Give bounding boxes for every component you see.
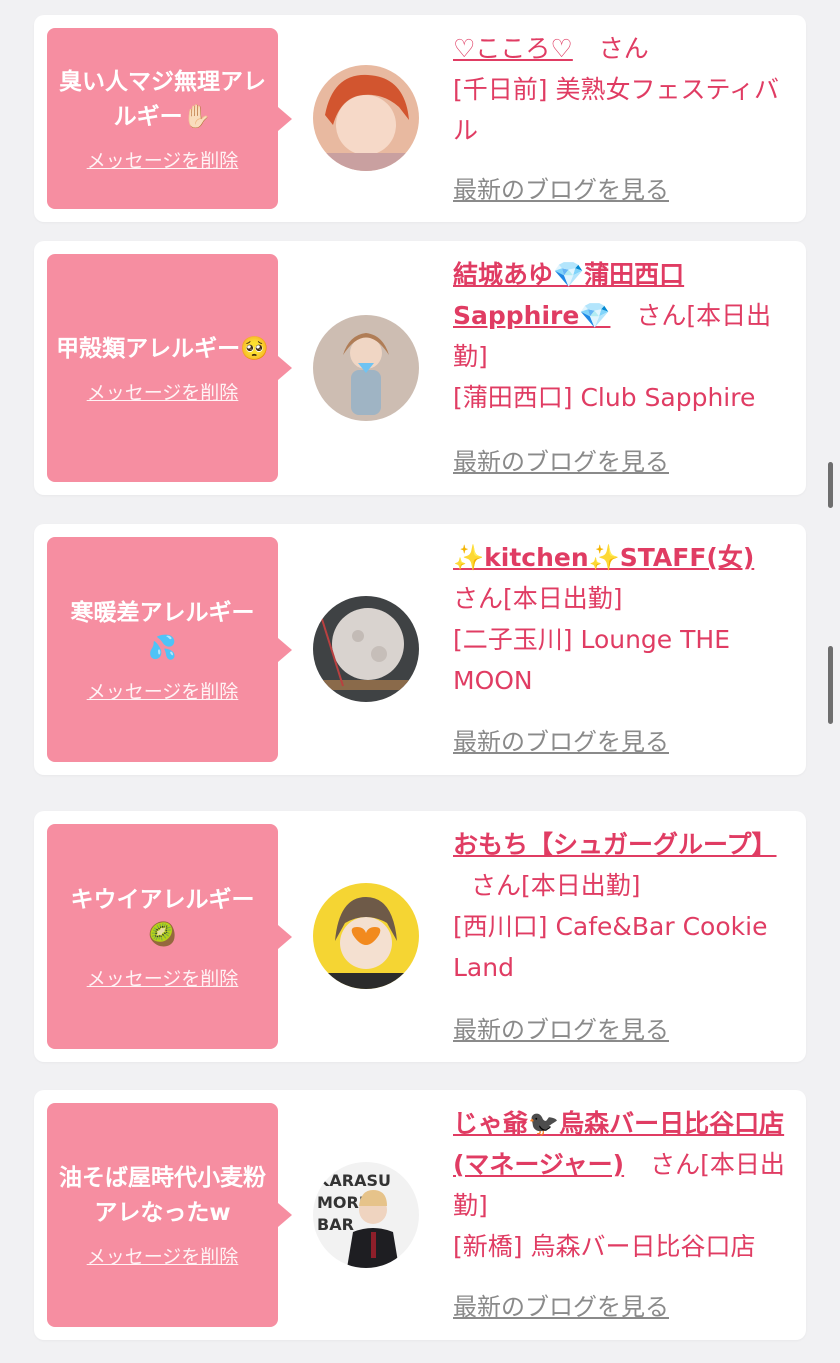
message-text: 寒暖差アレルギー💦 [70, 599, 255, 661]
message-card: 寒暖差アレルギー💦 メッセージを削除 ✨kitchen✨STAFF(女) さん[… [34, 524, 806, 775]
shop-name: [新橋] 烏森バー日比谷口店 [453, 1232, 756, 1261]
avatar[interactable] [313, 65, 419, 171]
cast-info: おもち【シュガーグループ】 さん[本日出勤] [西川口] Cafe&Bar Co… [453, 824, 793, 988]
latest-blog-link[interactable]: 最新のブログを見る [453, 1292, 669, 1322]
svg-text:BAR: BAR [317, 1215, 354, 1234]
svg-text:KARASU: KARASU [317, 1171, 391, 1190]
latest-blog-link[interactable]: 最新のブログを見る [453, 447, 669, 477]
message-card: 油そば屋時代小麦粉アレなったw メッセージを削除 KARASU MORI BAR… [34, 1090, 806, 1340]
message-bubble: 油そば屋時代小麦粉アレなったw メッセージを削除 [47, 1103, 292, 1327]
delete-message-link[interactable]: メッセージを削除 [87, 149, 239, 173]
svg-text:MORI: MORI [317, 1193, 365, 1212]
message-text: 甲殻類アレルギー🥺 [56, 335, 269, 362]
honorific: さん [598, 34, 649, 63]
honorific: さん[本日出勤] [471, 871, 641, 900]
latest-blog-link[interactable]: 最新のブログを見る [453, 175, 669, 205]
message-card: 臭い人マジ無理アレルギー✋🏻 メッセージを削除 ♡こころ♡ さん [千日前] 美… [34, 15, 806, 222]
cast-name-link[interactable]: ✨kitchen✨STAFF(女) [453, 543, 754, 572]
shop-name: [西川口] Cafe&Bar Cookie Land [453, 912, 768, 982]
cast-info: 結城あゆ💎蒲田西口Sapphire💎 さん[本日出勤] [蒲田西口] Club … [453, 254, 793, 418]
message-card: 甲殻類アレルギー🥺 メッセージを削除 結城あゆ💎蒲田西口Sapphire💎 さん… [34, 241, 806, 495]
delete-message-link[interactable]: メッセージを削除 [87, 967, 239, 991]
cast-info: ✨kitchen✨STAFF(女) さん[本日出勤] [二子玉川] Lounge… [453, 537, 793, 701]
latest-blog-link[interactable]: 最新のブログを見る [453, 727, 669, 757]
latest-blog-link[interactable]: 最新のブログを見る [453, 1015, 669, 1045]
scrollbar-indicator[interactable] [828, 646, 833, 724]
delete-message-link[interactable]: メッセージを削除 [87, 1245, 239, 1269]
delete-message-link[interactable]: メッセージを削除 [87, 381, 239, 405]
avatar[interactable] [313, 596, 419, 702]
avatar[interactable] [313, 315, 419, 421]
cast-info: ♡こころ♡ さん [千日前] 美熟女フェスティバル [453, 28, 793, 151]
message-text: 油そば屋時代小麦粉アレなったw [59, 1165, 266, 1226]
scrollbar-indicator[interactable] [828, 462, 833, 508]
message-bubble: 甲殻類アレルギー🥺 メッセージを削除 [47, 254, 292, 482]
message-card: キウイアレルギー🥝 メッセージを削除 おもち【シュガーグループ】 さん[本日出勤… [34, 811, 806, 1062]
avatar[interactable] [313, 883, 419, 989]
cast-info: じゃ爺🐦‍⬛烏森バー日比谷口店(マネージャー) さん[本日出勤] [新橋] 烏森… [453, 1103, 793, 1267]
message-text: 臭い人マジ無理アレルギー✋🏻 [59, 68, 266, 130]
honorific: さん[本日出勤] [453, 584, 623, 613]
shop-name: [蒲田西口] Club Sapphire [453, 383, 756, 412]
message-text: キウイアレルギー🥝 [70, 886, 255, 948]
cast-name-link[interactable]: おもち【シュガーグループ】 [453, 830, 777, 859]
message-bubble: 寒暖差アレルギー💦 メッセージを削除 [47, 537, 292, 762]
message-bubble: キウイアレルギー🥝 メッセージを削除 [47, 824, 292, 1049]
shop-name: [千日前] 美熟女フェスティバル [453, 75, 779, 145]
message-bubble: 臭い人マジ無理アレルギー✋🏻 メッセージを削除 [47, 28, 292, 209]
cast-name-link[interactable]: ♡こころ♡ [453, 34, 573, 63]
delete-message-link[interactable]: メッセージを削除 [87, 680, 239, 704]
avatar[interactable]: KARASU MORI BAR [313, 1162, 419, 1268]
shop-name: [二子玉川] Lounge THE MOON [453, 625, 730, 695]
